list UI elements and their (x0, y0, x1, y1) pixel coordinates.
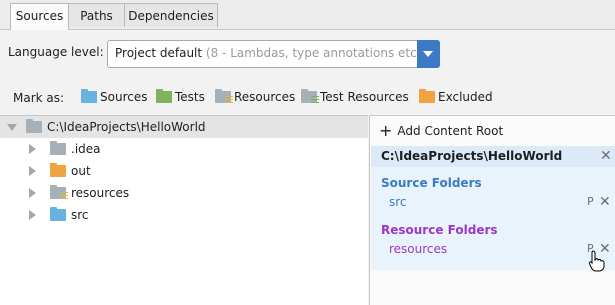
chevron-down-icon[interactable] (417, 40, 440, 68)
mark-tests-label: Tests (175, 90, 205, 104)
tree-root-label: C:\IdeaProjects\HelloWorld (47, 120, 206, 134)
source-folder-entry[interactable]: src (389, 195, 407, 209)
resources-folder-icon (215, 89, 233, 104)
tree-item-src[interactable]: src (29, 207, 89, 222)
remove-content-root-close-icon[interactable]: ✕ (600, 149, 612, 163)
tree-root[interactable]: C:\IdeaProjects\HelloWorld (7, 119, 206, 134)
language-level-value: Project default (115, 46, 203, 60)
mark-resources-label: Resources (234, 90, 296, 104)
add-content-root-label: Add Content Root (397, 124, 504, 138)
tree-item-label: src (71, 208, 89, 222)
language-level-hint: (8 - Lambdas, type annotations etc.) (205, 46, 426, 60)
tree-item-out[interactable]: out (29, 163, 91, 178)
expand-arrow-icon[interactable] (29, 144, 36, 154)
properties-icon[interactable]: P (587, 195, 594, 208)
expand-arrow-icon[interactable] (29, 210, 36, 220)
test-resources-folder-icon (301, 89, 319, 104)
resource-folders-title: Resource Folders (381, 223, 498, 237)
sources-folder-icon (81, 89, 97, 103)
folder-icon (26, 119, 42, 133)
tab-paths[interactable]: Paths (68, 3, 125, 27)
sources-folder-icon (50, 207, 66, 221)
tree-item-idea[interactable]: .idea (29, 141, 101, 156)
remove-source-close-icon[interactable]: ✕ (599, 195, 611, 209)
tests-folder-icon (156, 89, 172, 103)
tab-dependencies[interactable]: Dependencies (124, 3, 218, 27)
source-folders-title: Source Folders (381, 176, 482, 190)
excluded-folder-icon (50, 163, 66, 177)
excluded-folder-icon (419, 89, 435, 103)
resource-folder-entry[interactable]: resources (389, 242, 447, 256)
content-root-path: C:\IdeaProjects\HelloWorld (381, 149, 563, 163)
collapse-arrow-icon[interactable] (7, 123, 17, 131)
resources-folder-icon (50, 185, 68, 200)
folder-icon (50, 141, 66, 155)
mark-excluded-button[interactable]: Excluded (419, 89, 493, 104)
tree-item-label: .idea (71, 142, 101, 156)
tree-item-label: resources (71, 186, 130, 200)
tab-bar: Sources Paths Dependencies (0, 0, 615, 30)
expand-arrow-icon[interactable] (29, 188, 36, 198)
mark-as-label: Mark as: (13, 91, 65, 105)
language-level-combo[interactable]: Project default (8 - Lambdas, type annot… (107, 40, 440, 68)
mark-resources-button[interactable]: Resources (215, 89, 296, 104)
add-content-root-button[interactable]: + Add Content Root (379, 121, 504, 140)
mark-tests-button[interactable]: Tests (156, 89, 205, 104)
language-level-label: Language level: (8, 45, 104, 59)
tab-sources[interactable]: Sources (10, 3, 69, 30)
mark-excluded-label: Excluded (438, 90, 493, 104)
tree-item-resources[interactable]: resources (29, 185, 130, 200)
mark-sources-label: Sources (100, 90, 148, 104)
plus-icon: + (379, 121, 393, 140)
mark-test-resources-label: Test Resources (320, 90, 409, 104)
mark-test-resources-button[interactable]: Test Resources (301, 89, 409, 104)
hand-cursor-icon (588, 250, 605, 272)
mark-sources-button[interactable]: Sources (81, 89, 148, 104)
expand-arrow-icon[interactable] (29, 166, 36, 176)
tree-item-label: out (71, 164, 91, 178)
